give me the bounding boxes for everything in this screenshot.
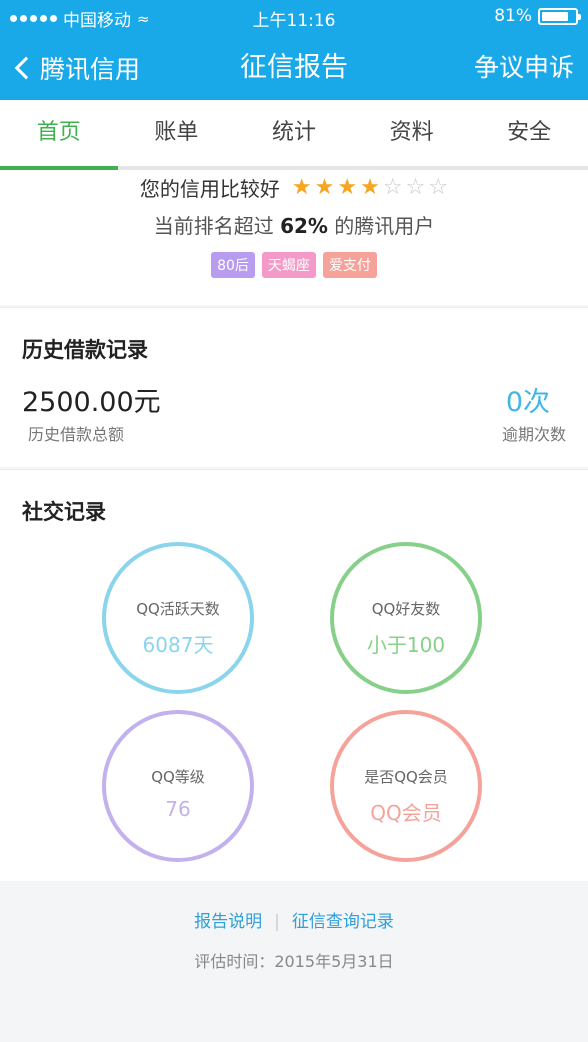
- query-history-link[interactable]: 征信查询记录: [292, 912, 394, 932]
- link-divider: |: [274, 912, 280, 932]
- tag-list: 80后 天蝎座 爱支付: [0, 252, 588, 278]
- battery-icon: [538, 7, 581, 25]
- stat-circle-friends: QQ好友数 小于100: [330, 542, 482, 694]
- stat-circle-qq-level: QQ等级 76: [102, 710, 254, 862]
- tag-zodiac: 天蝎座: [261, 252, 316, 278]
- star-filled-icon: ★: [314, 174, 335, 200]
- credit-summary: 您的信用比较好 ★ ★ ★ ★ ☆ ☆ ☆ 当前排名超过 62% 的腾讯用户 80后 天蝎座…: [0, 170, 588, 305]
- tab-stats[interactable]: 统计: [235, 100, 353, 166]
- stat-label: QQ等级: [151, 768, 205, 786]
- stat-label: QQ好友数: [371, 600, 441, 618]
- rank-suffix: 的腾讯用户: [334, 214, 435, 238]
- social-record-section: 社交记录 QQ活跃天数 6087天 QQ好友数 小于100 QQ等级 76 是否…: [0, 469, 588, 881]
- star-filled-icon: ★: [360, 174, 380, 200]
- battery-fill: [542, 11, 568, 21]
- tab-bar: 首页 账单 统计 资料 安全: [0, 100, 588, 170]
- stat-circle-membership: 是否QQ会员 QQ会员: [330, 710, 482, 862]
- rank-value: 62%: [280, 214, 328, 238]
- rating-text: 您的信用比较好: [139, 176, 280, 201]
- footer-links: 报告说明 | 征信查询记录: [0, 907, 588, 932]
- battery-indicator: 81%: [494, 6, 581, 26]
- rank-line: 当前排名超过 62% 的腾讯用户: [0, 210, 588, 239]
- stat-circle-active-days: QQ活跃天数 6087天: [102, 542, 254, 694]
- dispute-button[interactable]: 争议申诉: [474, 36, 574, 100]
- social-record-title: 社交记录: [22, 500, 106, 524]
- overdue-count-value: 0次: [505, 387, 550, 418]
- overdue-count: 0次 逾期次数: [502, 380, 566, 445]
- loan-history-title: 历史借款记录: [22, 338, 148, 362]
- tab-security[interactable]: 安全: [470, 100, 588, 166]
- evaluation-time: 评估时间：2015年5月31日: [194, 952, 394, 971]
- star-rating: ★ ★ ★ ★ ☆ ☆ ☆: [292, 175, 448, 200]
- footer: 报告说明 | 征信查询记录 评估时间：2015年5月31日: [0, 881, 588, 1041]
- tag-payment: 爱支付: [322, 252, 377, 278]
- loan-total-label: 历史借款总额: [28, 425, 125, 444]
- stat-value: 76: [165, 797, 191, 821]
- rank-prefix: 当前排名超过: [153, 214, 274, 238]
- loan-history-section: 历史借款记录 2500.00元 历史借款总额 0次 逾期次数: [0, 307, 588, 467]
- stat-label: QQ活跃天数: [136, 600, 220, 618]
- star-empty-icon: ☆: [382, 174, 403, 200]
- tab-bills[interactable]: 账单: [118, 100, 236, 166]
- status-bar: 中国移动 ≈ 上午11:16 81%: [0, 0, 588, 36]
- stat-value: QQ会员: [370, 801, 442, 825]
- tab-home[interactable]: 首页: [0, 100, 118, 170]
- star-filled-icon: ★: [291, 174, 312, 200]
- loan-total-value: 2500.00元: [22, 387, 161, 418]
- rating-line: 您的信用比较好 ★ ★ ★ ★ ☆ ☆ ☆: [0, 172, 588, 202]
- stat-label: 是否QQ会员: [364, 768, 448, 786]
- stat-value: 小于100: [366, 633, 446, 657]
- star-filled-icon: ★: [337, 174, 358, 200]
- stat-value: 6087天: [142, 633, 214, 657]
- battery-percent: 81%: [494, 6, 532, 26]
- tag-generation: 80后: [211, 252, 255, 278]
- tab-profile[interactable]: 资料: [353, 100, 471, 166]
- nav-bar: 腾讯信用 征信报告 争议申诉: [0, 36, 588, 100]
- star-empty-icon: ☆: [428, 174, 449, 200]
- overdue-count-label: 逾期次数: [501, 425, 566, 444]
- report-info-link[interactable]: 报告说明: [194, 912, 262, 932]
- loan-total: 2500.00元 历史借款总额: [22, 380, 161, 445]
- star-empty-icon: ☆: [405, 174, 426, 200]
